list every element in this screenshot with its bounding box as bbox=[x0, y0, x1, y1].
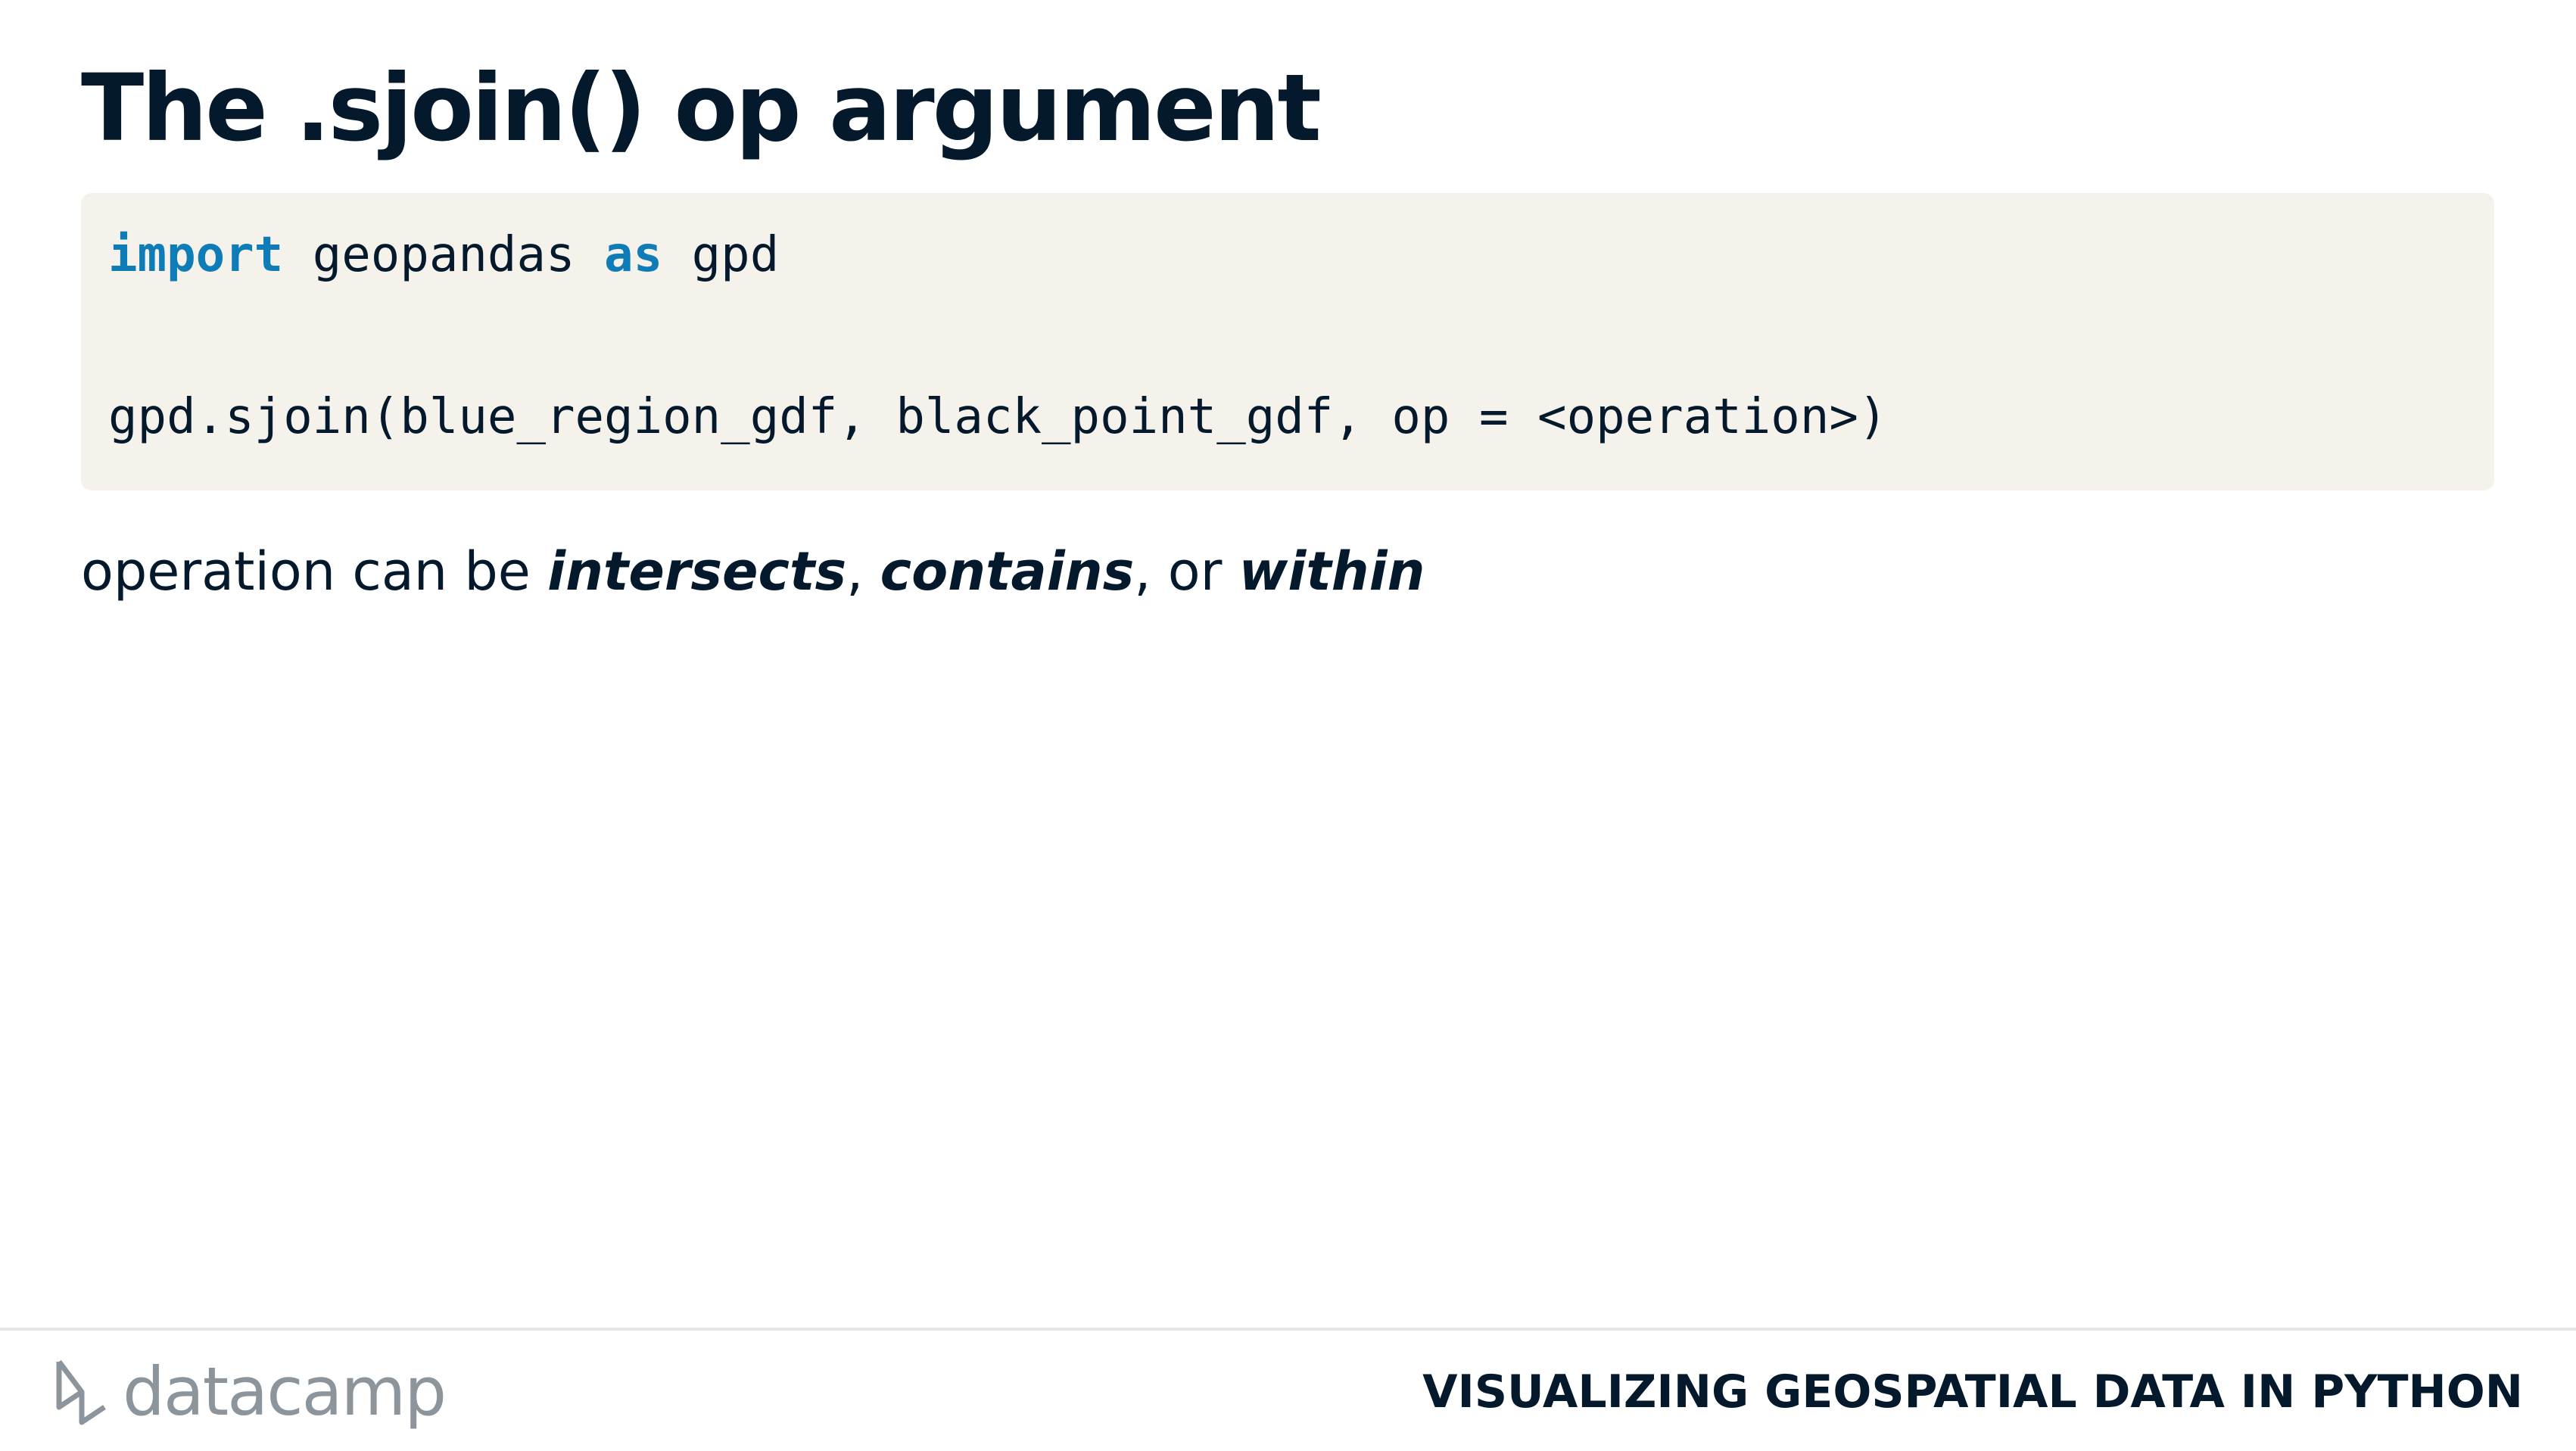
code-module-alias: gpd bbox=[662, 227, 780, 283]
description-separator-1: , bbox=[846, 540, 880, 603]
code-line-sjoin: gpd.sjoin(blue_region_gdf, black_point_g… bbox=[108, 389, 1888, 445]
footer-divider bbox=[0, 1328, 2576, 1331]
description-prefix: operation can be bbox=[81, 540, 548, 603]
code-keyword-as: as bbox=[604, 227, 663, 283]
datacamp-wordmark: datacamp bbox=[123, 1353, 447, 1431]
option-contains: contains bbox=[880, 540, 1135, 603]
datacamp-logo: datacamp bbox=[53, 1350, 447, 1434]
option-intersects: intersects bbox=[547, 540, 847, 603]
code-block: import geopandas as gpd gpd.sjoin(blue_r… bbox=[81, 193, 2494, 490]
slide-title: The .sjoin() op argument bbox=[81, 54, 1322, 162]
code-line-import: import geopandas as gpd bbox=[108, 225, 2494, 285]
datacamp-logo-icon bbox=[56, 1359, 106, 1425]
code-module-name: geopandas bbox=[283, 227, 605, 283]
operation-description: operation can be intersects, contains, o… bbox=[81, 530, 1425, 613]
code-keyword-import: import bbox=[108, 227, 284, 283]
course-title: VISUALIZING GEOSPATIAL DATA IN PYTHON bbox=[1422, 1365, 2523, 1418]
option-within: within bbox=[1238, 540, 1425, 603]
description-separator-2: , or bbox=[1134, 540, 1239, 603]
